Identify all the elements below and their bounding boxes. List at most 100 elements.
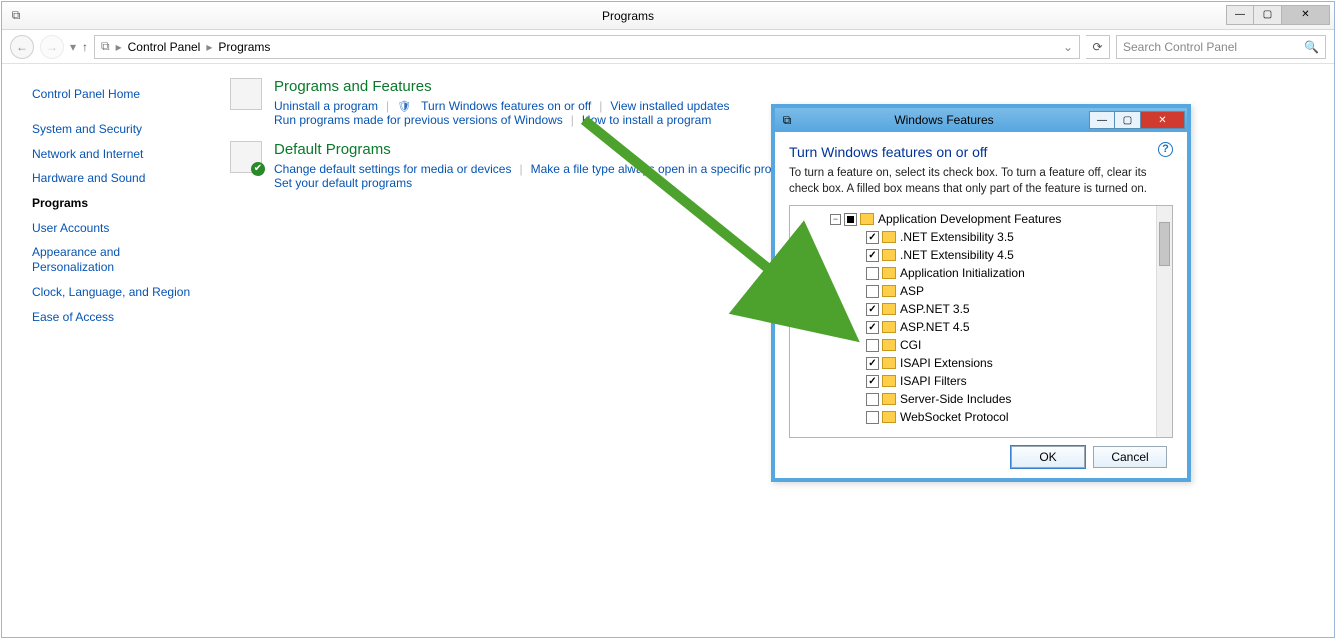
collapse-icon[interactable]: −	[830, 214, 841, 225]
breadcrumb-control-panel[interactable]: Control Panel	[128, 40, 201, 54]
link-set-defaults[interactable]: Set your default programs	[274, 176, 412, 190]
link-view-updates[interactable]: View installed updates	[610, 99, 729, 113]
tree-item-label: ASP.NET 4.5	[900, 320, 970, 334]
back-button[interactable]: ←	[10, 35, 34, 59]
tree-item[interactable]: ISAPI Filters	[790, 372, 1172, 390]
tree-item[interactable]: .NET Extensibility 3.5	[790, 228, 1172, 246]
scrollbar-thumb[interactable]	[1159, 222, 1170, 266]
tree-item-label: Application Development Features	[878, 212, 1061, 226]
tree-item-label: CGI	[900, 338, 921, 352]
tree-item[interactable]: ISAPI Extensions	[790, 354, 1172, 372]
sidebar-item-ease[interactable]: Ease of Access	[32, 305, 198, 330]
dialog-title: Windows Features	[799, 113, 1089, 127]
address-icon: ⧉	[101, 39, 110, 54]
section-title-default-programs[interactable]: Default Programs	[274, 141, 799, 158]
window-buttons: — ▢ ✕	[1226, 5, 1330, 27]
checkbox[interactable]	[866, 321, 879, 334]
tree-item[interactable]: Application Initialization	[790, 264, 1172, 282]
window-title: Programs	[30, 9, 1226, 23]
sidebar-item-system[interactable]: System and Security	[32, 117, 198, 142]
features-tree[interactable]: − Application Development Features .NET Ex…	[789, 205, 1173, 438]
cancel-button[interactable]: Cancel	[1093, 446, 1167, 468]
link-how-install[interactable]: How to install a program	[582, 113, 711, 127]
tree-item[interactable]: ASP.NET 4.5	[790, 318, 1172, 336]
sidebar-item-users[interactable]: User Accounts	[32, 216, 198, 241]
tree-item[interactable]: Server-Side Includes	[790, 390, 1172, 408]
link-turn-windows-features[interactable]: Turn Windows features on or off	[421, 99, 591, 113]
address-bar[interactable]: ⧉ ▸ Control Panel ▸ Programs ⌄	[94, 35, 1080, 59]
checkbox[interactable]	[866, 357, 879, 370]
checkbox[interactable]	[866, 249, 879, 262]
tree-item[interactable]: ASP	[790, 282, 1172, 300]
sidebar-item-programs[interactable]: Programs	[32, 191, 198, 216]
checkbox[interactable]	[866, 303, 879, 316]
minimize-button[interactable]: —	[1226, 5, 1254, 25]
checkbox[interactable]	[866, 411, 879, 424]
folder-icon	[882, 267, 896, 279]
titlebar: ⧉ Programs — ▢ ✕	[2, 2, 1334, 30]
dialog-icon: ⧉	[775, 113, 799, 128]
sidebar-item-appearance[interactable]: Appearance and Personalization	[32, 241, 198, 280]
tree-item-label: ISAPI Filters	[900, 374, 967, 388]
tree-item-label: ASP.NET 3.5	[900, 302, 970, 316]
maximize-button[interactable]: ▢	[1254, 5, 1282, 25]
up-button[interactable]: ↑	[82, 40, 88, 54]
chevron-right-icon: ▸	[116, 40, 122, 54]
link-file-assoc[interactable]: Make a file type always open in a specif…	[531, 162, 799, 176]
folder-icon	[882, 231, 896, 243]
folder-icon	[882, 357, 896, 369]
breadcrumb-programs[interactable]: Programs	[218, 40, 270, 54]
chevron-right-icon: ▸	[206, 40, 212, 54]
search-box[interactable]: Search Control Panel 🔍	[1116, 35, 1326, 59]
ok-button[interactable]: OK	[1011, 446, 1085, 468]
tree-item-label: ASP	[900, 284, 924, 298]
folder-icon	[860, 213, 874, 225]
folder-icon	[882, 411, 896, 423]
tree-item[interactable]: .NET Extensibility 4.5	[790, 246, 1172, 264]
search-placeholder: Search Control Panel	[1123, 40, 1237, 54]
folder-icon	[882, 249, 896, 261]
tree-item-label: .NET Extensibility 4.5	[900, 248, 1014, 262]
checkbox[interactable]	[866, 267, 879, 280]
folder-icon	[882, 321, 896, 333]
help-icon[interactable]: ?	[1158, 142, 1173, 157]
sidebar: Control Panel Home System and Security N…	[2, 64, 212, 637]
close-button[interactable]: ✕	[1282, 5, 1330, 25]
dialog-maximize-button[interactable]: ▢	[1115, 111, 1141, 129]
sidebar-item-hardware[interactable]: Hardware and Sound	[32, 166, 198, 191]
checkbox[interactable]	[866, 231, 879, 244]
app-icon: ⧉	[2, 8, 30, 23]
checkbox[interactable]	[866, 393, 879, 406]
programs-features-icon	[230, 78, 262, 110]
checkbox[interactable]	[866, 285, 879, 298]
windows-features-dialog: ⧉ Windows Features — ▢ ✕ Turn Windows fe…	[771, 104, 1191, 482]
link-uninstall-program[interactable]: Uninstall a program	[274, 99, 378, 113]
tree-item-label: Application Initialization	[900, 266, 1025, 280]
dialog-close-button[interactable]: ✕	[1141, 111, 1185, 129]
tree-scrollbar[interactable]	[1156, 206, 1172, 437]
shield-icon: 🛡	[397, 100, 411, 113]
checkbox[interactable]	[866, 375, 879, 388]
dialog-heading: Turn Windows features on or off	[789, 144, 987, 160]
folder-icon	[882, 303, 896, 315]
dialog-titlebar[interactable]: ⧉ Windows Features — ▢ ✕	[775, 108, 1187, 132]
sidebar-item-clock[interactable]: Clock, Language, and Region	[32, 280, 198, 305]
sidebar-item-network[interactable]: Network and Internet	[32, 142, 198, 167]
section-title-programs-features[interactable]: Programs and Features	[274, 78, 730, 95]
search-icon: 🔍	[1304, 40, 1319, 54]
tree-item[interactable]: CGI	[790, 336, 1172, 354]
dialog-minimize-button[interactable]: —	[1089, 111, 1115, 129]
forward-button[interactable]: →	[40, 35, 64, 59]
link-change-defaults[interactable]: Change default settings for media or dev…	[274, 162, 511, 176]
tree-item[interactable]: WebSocket Protocol	[790, 408, 1172, 426]
link-run-compat[interactable]: Run programs made for previous versions …	[274, 113, 563, 127]
checkbox[interactable]	[866, 339, 879, 352]
address-dropdown-icon[interactable]: ⌄	[1063, 40, 1073, 54]
refresh-button[interactable]: ⟳	[1086, 35, 1110, 59]
sidebar-item-home[interactable]: Control Panel Home	[32, 82, 198, 107]
checkbox[interactable]	[844, 213, 857, 226]
recent-chevron-icon[interactable]: ▾	[70, 40, 76, 54]
folder-icon	[882, 393, 896, 405]
tree-root-item[interactable]: − Application Development Features	[790, 210, 1172, 228]
tree-item[interactable]: ASP.NET 3.5	[790, 300, 1172, 318]
